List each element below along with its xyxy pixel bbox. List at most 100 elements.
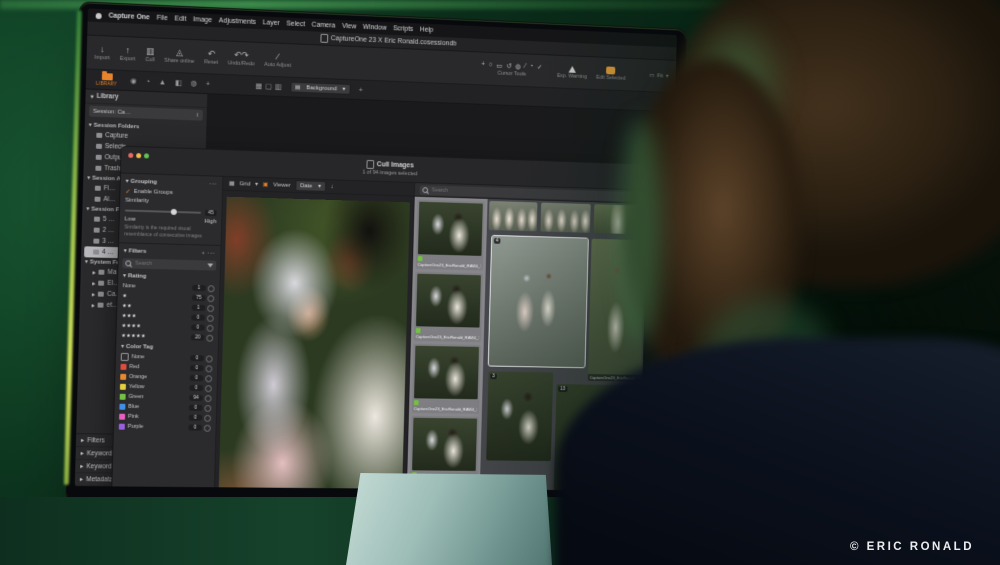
menu-select[interactable]: Select — [286, 20, 305, 28]
menu-layer[interactable]: Layer — [263, 19, 280, 27]
grid-thumb[interactable] — [594, 204, 644, 234]
search-input[interactable] — [133, 260, 194, 269]
more-icon[interactable]: ··· — [635, 194, 642, 200]
tab-library[interactable]: LIBRARY — [92, 73, 122, 87]
filmstrip-thumb[interactable]: ••••• CaptureOne23_EricRonald_RAW4_102.C… — [412, 344, 481, 414]
viewer-layout-toggles[interactable]: ▦ ▢ ▥ — [255, 81, 281, 91]
grid-thumb[interactable]: 13 — [553, 384, 640, 491]
zoom-tool-icon[interactable]: ○ — [489, 61, 493, 69]
viewer-mode-icon[interactable]: ▣ — [263, 181, 269, 188]
slider-knob[interactable] — [171, 209, 177, 215]
add-and-more-icons[interactable]: + ··· — [202, 250, 216, 256]
import-icon: ↓ — [100, 44, 105, 54]
filter-toggle[interactable] — [206, 334, 213, 341]
chevron-down-icon: ▾ — [126, 178, 129, 185]
filmstrip-thumb[interactable]: ••••• CaptureOne23_EricRonald_RAW4_101.C… — [414, 272, 483, 342]
sort-by-select[interactable]: Date ▾ — [295, 180, 326, 192]
more-icon[interactable]: ··· — [210, 181, 218, 187]
filter-toggle[interactable] — [208, 285, 215, 292]
menu-file[interactable]: File — [157, 15, 168, 22]
warning-triangle-icon — [568, 65, 576, 72]
multi-view-icon[interactable]: ▦ — [255, 81, 262, 90]
filter-toggle[interactable] — [204, 424, 211, 431]
single-view-icon[interactable]: ▢ — [265, 82, 272, 91]
draw-tool-icon[interactable]: ⁄ — [525, 63, 526, 71]
viewer-mode-label[interactable]: Viewer — [273, 182, 291, 188]
sort-direction-icon[interactable]: ↓ — [330, 184, 333, 190]
menu-adjustments[interactable]: Adjustments — [219, 17, 256, 26]
color-filter-purple[interactable]: Purple 0 — [114, 422, 216, 433]
menu-help[interactable]: Help — [420, 26, 434, 33]
menu-edit[interactable]: Edit — [174, 15, 186, 22]
apple-icon[interactable] — [96, 12, 102, 18]
menu-window[interactable]: Window — [363, 24, 387, 32]
rotate-tool-icon[interactable]: ↺ — [506, 62, 512, 70]
grid-thumb[interactable]: CaptureOne23_EricRonald_RAW4_033.CR3 — [588, 239, 645, 382]
tab-color-icon[interactable]: ▲ — [159, 77, 167, 86]
menu-scripts[interactable]: Scripts — [393, 25, 413, 33]
menu-image[interactable]: Image — [193, 16, 212, 24]
tab-metadata-icon[interactable]: + — [206, 79, 211, 88]
exposure-warning-button[interactable]: Exp. Warning — [557, 65, 587, 80]
list-view-icon[interactable]: ▥ — [275, 82, 282, 91]
grid-thumb[interactable] — [489, 201, 538, 231]
edit-selected-button[interactable]: Edit Selected — [596, 66, 626, 82]
menu-view[interactable]: View — [342, 23, 356, 30]
chevron-down-icon: ▾ — [121, 343, 124, 350]
search-input[interactable] — [430, 186, 488, 196]
crop-tool-icon[interactable]: ▭ — [496, 62, 502, 70]
reset-button[interactable]: ↶ Reset — [204, 48, 218, 65]
grid-view-label[interactable]: Grid — [239, 181, 250, 187]
grid-thumb[interactable] — [540, 203, 590, 233]
add-layer-button[interactable]: + — [359, 85, 364, 94]
grid-view-icon[interactable]: ▦ — [229, 180, 235, 187]
chevron-down-icon: ▾ — [666, 73, 669, 80]
pan-tool-icon[interactable]: + — [481, 61, 485, 69]
pick-tool-icon[interactable]: ◔ — [529, 63, 533, 71]
filmstrip-thumb[interactable]: ••••• CaptureOne23_EricRonald_RAW4_100.C… — [416, 200, 485, 271]
filter-toggle[interactable] — [204, 404, 211, 411]
filter-toggle[interactable] — [207, 305, 214, 312]
filter-toggle[interactable] — [205, 385, 212, 392]
export-button[interactable]: ↑ Export — [120, 45, 136, 63]
layers-background-select[interactable]: ▤ Background ▾ — [290, 82, 350, 95]
grid-thumb-selected[interactable]: 4 — [489, 236, 588, 367]
filter-toggle[interactable] — [207, 324, 214, 331]
filter-toggle[interactable] — [205, 395, 212, 402]
filter-toggle[interactable] — [207, 314, 214, 321]
filter-toggle[interactable] — [205, 375, 212, 382]
menu-camera[interactable]: Camera — [312, 22, 336, 30]
menu-capture-one[interactable]: Capture One — [108, 12, 149, 21]
auto-adjust-button[interactable]: ⁄ Auto Adjust — [264, 51, 291, 69]
count-badge: 0 — [189, 385, 203, 391]
tab-capture-icon[interactable]: ◉ — [130, 76, 137, 85]
filters-header[interactable]: ▾ Filters + ··· — [119, 245, 221, 259]
chevron-right-icon: ▸ — [92, 268, 95, 276]
filter-toggle[interactable] — [205, 365, 212, 372]
search-icon — [125, 260, 131, 266]
chevron-right-icon: ▸ — [81, 436, 84, 444]
spot-tool-icon[interactable]: ◍ — [515, 63, 521, 71]
camera-icon — [96, 133, 102, 138]
mark-tool-icon[interactable]: ✓ — [537, 64, 543, 72]
grid-thumb[interactable]: 3 — [486, 371, 553, 461]
filters-search-field[interactable] — [122, 258, 216, 270]
tab-details-icon[interactable]: ◍ — [191, 79, 198, 88]
person-neck-green-light — [702, 298, 832, 418]
cursor-tools-group: +○▭↺◍⁄◔✓ Cursor Tools — [481, 61, 543, 78]
share-online-button[interactable]: ◬ Share online — [164, 47, 195, 65]
filter-toggle[interactable] — [204, 414, 211, 421]
filter-toggle[interactable] — [207, 295, 214, 302]
filter-toggle[interactable] — [206, 355, 213, 362]
cull-button[interactable]: ▥ Cull — [145, 46, 155, 63]
import-button[interactable]: ↓ Import — [94, 44, 110, 62]
tab-exposure-icon[interactable]: ◧ — [175, 78, 182, 87]
close-window-button[interactable] — [128, 153, 133, 158]
cursor-tools-icons[interactable]: + ○▭ ↺◍ ⁄◔ ✓ — [481, 61, 542, 71]
zoom-fit-control[interactable]: ▭ Fit ▾ — [649, 72, 668, 79]
undo-redo-button[interactable]: ↶↷ Undo/Redo — [228, 49, 255, 67]
minimize-window-button[interactable] — [136, 153, 141, 158]
tab-lens-icon[interactable]: ◔ — [146, 77, 151, 86]
slider-track[interactable] — [125, 210, 201, 214]
zoom-window-button[interactable] — [144, 153, 149, 158]
